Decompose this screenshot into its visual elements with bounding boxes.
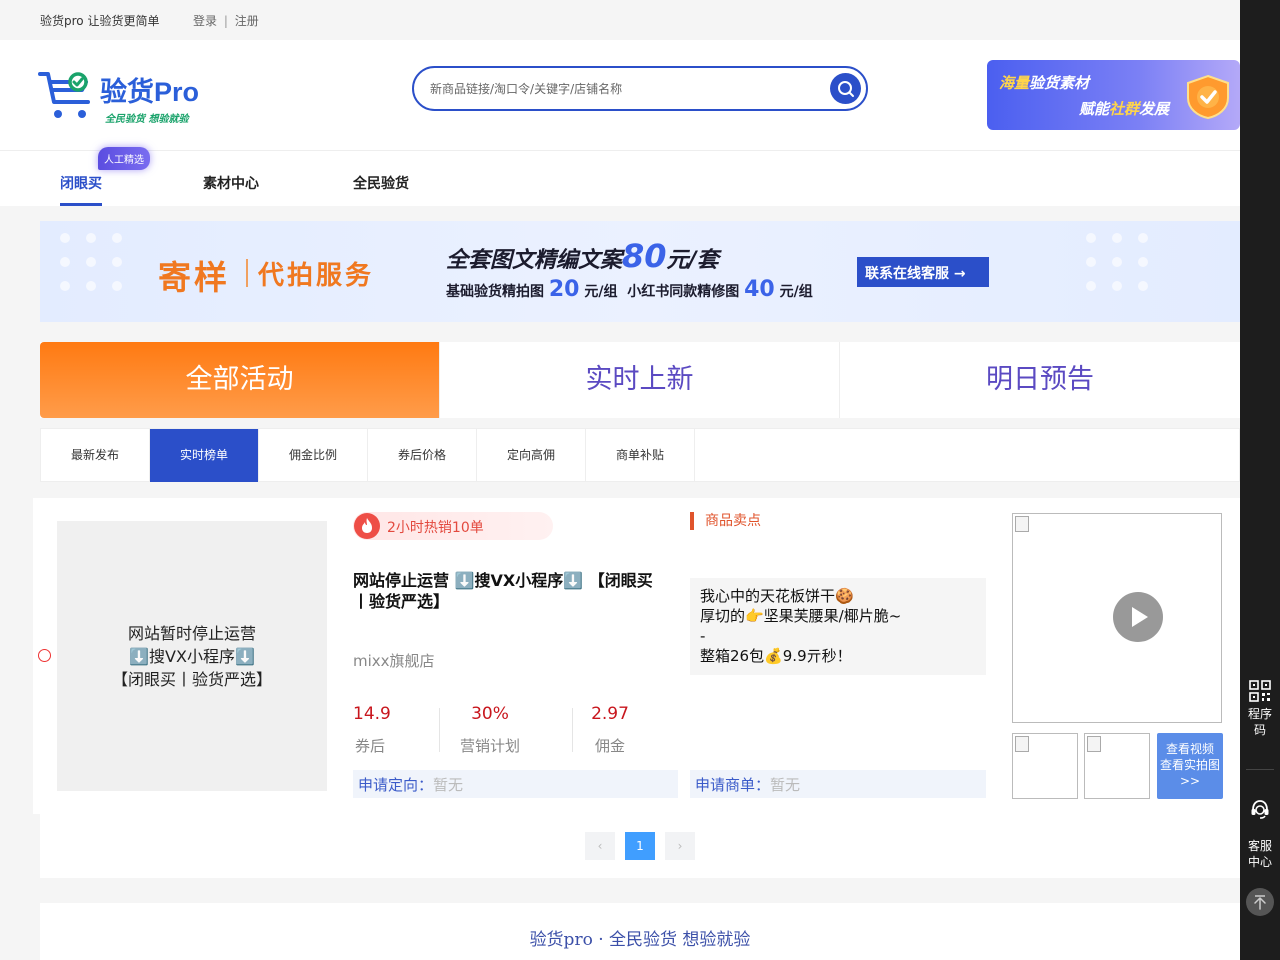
stat-label: 券后 [355, 737, 386, 755]
search-icon [837, 80, 854, 97]
customer-service-button[interactable]: 客服中心 [1240, 798, 1280, 870]
selling-points-header: 商品卖点 [690, 512, 761, 530]
stat-value: 14.9 [353, 704, 391, 724]
banner-divider [246, 259, 248, 287]
banner-headline: 全套图文精编文案80元/套 [446, 237, 719, 275]
filter-tabs: 最新发布 实时榜单 佣金比例 券后价格 定向高佣 商单补贴 [40, 428, 1240, 482]
view-video-photos-button[interactable]: 查看视频 查看实拍图 >> [1157, 733, 1223, 799]
shop-name[interactable]: mixx旗舰店 [353, 650, 435, 671]
nav-badge: 人工精选 [98, 147, 150, 170]
play-icon[interactable] [1113, 592, 1163, 642]
nav-active-underline [60, 203, 102, 206]
product-thumbnail[interactable] [1012, 733, 1078, 799]
header: 验货Pro 全民验货 想验就验 海量验货素材 赋能社群发展 [0, 40, 1240, 150]
broken-image-icon [1015, 736, 1029, 752]
shield-check-icon [1187, 74, 1229, 120]
promo-line2: 赋能社群发展 [1079, 100, 1170, 118]
right-sidebar: 程序码 客服中心 [1240, 0, 1280, 960]
register-link[interactable]: 注册 [235, 14, 259, 28]
banner-dots-left [60, 233, 150, 293]
selling-points: 我心中的天花板饼干🍪 厚切的👉坚果芙腰果/椰片脆~ - 整箱26包💰9.9亓秒！ [690, 578, 986, 675]
stat-label: 营销计划 [459, 737, 520, 755]
promo-banner[interactable]: 海量验货素材 赋能社群发展 [987, 60, 1240, 130]
stat-commission: 2.97 佣金 [555, 704, 665, 756]
product-image-line: 【闭眼买丨验货严选】 [111, 669, 272, 689]
site-slogan: 验货pro 让验货更简单 [40, 14, 160, 28]
next-page-button[interactable]: › [665, 832, 695, 860]
qrcode-icon [1249, 680, 1271, 702]
arrow-up-icon [1254, 895, 1266, 910]
stat-label: 佣金 [594, 737, 625, 755]
service-label: 客服中心 [1247, 839, 1272, 869]
search-box [412, 66, 868, 111]
headset-icon [1251, 800, 1269, 819]
stat-value: 30% [471, 704, 509, 724]
hot-sales-badge: 2小时热销10单 [353, 512, 553, 540]
product-card: 网站暂时停止运营 ⬇️搜VX小程序⬇️ 【闭眼买丨验货严选】 2小时热销10单 … [33, 498, 1240, 814]
fire-icon [354, 513, 380, 539]
sidebar-divider [1246, 769, 1274, 770]
product-image-line: 网站暂时停止运营 [127, 623, 256, 643]
hot-sales-text: 2小时热销10单 [387, 520, 484, 536]
logo-tagline: 全民验货 想验就验 [105, 114, 189, 125]
filter-order-subsidy[interactable]: 商单补贴 [586, 429, 695, 482]
nav-item-material-center[interactable]: 素材中心 [203, 173, 259, 193]
filter-latest[interactable]: 最新发布 [41, 429, 150, 482]
apply-order[interactable]: 申请商单：暂无 [690, 770, 986, 798]
service-banner[interactable]: 寄样 代拍服务 全套图文精编文案80元/套 基础验货精拍图 20 元/组 小红书… [40, 221, 1240, 322]
banner-title-service: 代拍服务 [258, 261, 375, 291]
search-button[interactable] [830, 73, 861, 104]
product-select-radio[interactable] [38, 649, 51, 662]
banner-subline: 基础验货精拍图 20 元/组 小红书同款精修图 40 元/组 [446, 277, 813, 302]
login-link[interactable]: 登录 [193, 14, 217, 28]
footer: 验货pro · 全民验货 想验就验 [40, 903, 1240, 960]
product-title[interactable]: 网站停止运营 ⬇️搜VX小程序⬇️ 【闭眼买丨验货严选】 [353, 570, 653, 612]
logo-brand: 验货Pro [100, 77, 200, 107]
site-logo[interactable]: 验货Pro 全民验货 想验就验 [38, 68, 208, 125]
product-video[interactable] [1012, 513, 1222, 723]
apply-direct[interactable]: 申请定向：暂无 [353, 770, 678, 798]
broken-image-icon [1015, 516, 1029, 532]
page-button-current[interactable]: 1 [625, 832, 655, 860]
filter-realtime-rank[interactable]: 实时榜单 [150, 429, 259, 482]
product-image-line: ⬇️搜VX小程序⬇️ [129, 646, 255, 666]
prev-page-button[interactable]: ‹ [585, 832, 615, 860]
nav-item-bianmai[interactable]: 闭眼买 [60, 173, 102, 193]
miniprogram-label: 程序码 [1247, 707, 1272, 737]
tab-realtime-new[interactable]: 实时上新 [440, 342, 840, 418]
product-image[interactable]: 网站暂时停止运营 ⬇️搜VX小程序⬇️ 【闭眼买丨验货严选】 [57, 521, 327, 791]
activity-tabs: 全部活动 实时上新 明日预告 [40, 342, 1240, 418]
contact-service-button[interactable]: 联系在线客服 → [857, 257, 989, 287]
tab-tomorrow-preview[interactable]: 明日预告 [840, 342, 1240, 418]
tab-all-activities[interactable]: 全部活动 [40, 342, 440, 418]
banner-dots-right [1086, 233, 1176, 293]
search-input[interactable] [430, 79, 810, 99]
cart-check-icon [38, 72, 90, 118]
back-to-top-button[interactable] [1246, 888, 1274, 916]
product-thumbnail[interactable] [1084, 733, 1150, 799]
stat-value: 2.97 [591, 704, 629, 724]
filter-targeted-high[interactable]: 定向高佣 [477, 429, 586, 482]
main-nav: 闭眼买 人工精选 素材中心 全民验货 [0, 147, 1240, 206]
filter-commission-rate[interactable]: 佣金比例 [259, 429, 368, 482]
auth-links: 登录 | 注册 [193, 12, 259, 29]
footer-text: 验货pro · 全民验货 想验就验 [529, 930, 751, 950]
promo-line1: 海量验货素材 [999, 74, 1090, 92]
broken-image-icon [1087, 736, 1101, 752]
top-bar: 验货pro 让验货更简单 登录 | 注册 [0, 0, 1240, 40]
filter-coupon-price[interactable]: 券后价格 [368, 429, 477, 482]
banner-title-sample: 寄样 [158, 258, 230, 297]
nav-item-all-inspection[interactable]: 全民验货 [353, 173, 409, 193]
pagination: ‹ 1 › [40, 814, 1240, 878]
auth-divider: | [223, 14, 228, 28]
stat-marketing-plan: 30% 营销计划 [435, 704, 545, 756]
stat-coupon-price: 14.9 券后 [316, 704, 426, 756]
miniprogram-code-button[interactable]: 程序码 [1240, 680, 1280, 738]
